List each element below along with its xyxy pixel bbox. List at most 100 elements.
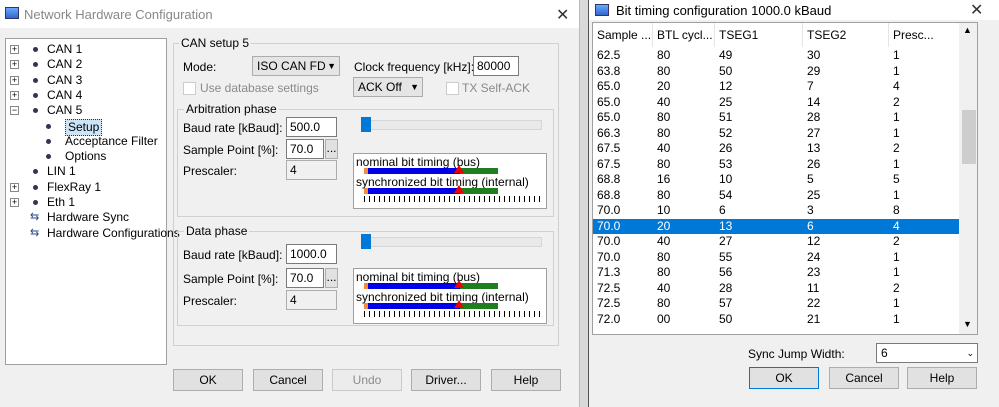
tseg2-bar bbox=[460, 283, 498, 289]
bt-help-button[interactable]: Help bbox=[907, 367, 977, 389]
table-row[interactable]: 63.8 80 50 29 1 bbox=[593, 64, 961, 79]
tree-item[interactable]: + FlexRay 1 bbox=[6, 180, 164, 195]
close-icon[interactable]: ✕ bbox=[556, 5, 569, 25]
table-row[interactable]: 62.5 80 49 30 1 bbox=[593, 48, 961, 63]
arb-sample-field[interactable]: 70.0 bbox=[286, 139, 324, 159]
bit-timing-table[interactable]: Sample ... BTL cycl... TSEG1 TSEG2 Presc... 6… bbox=[592, 22, 978, 335]
table-cell: 80 bbox=[657, 125, 671, 140]
tree-item-label: Hardware Sync bbox=[47, 210, 130, 225]
bt-cancel-button[interactable]: Cancel bbox=[829, 367, 899, 389]
use-db-checkbox[interactable] bbox=[183, 82, 196, 95]
table-row[interactable]: 67.5 40 26 13 2 bbox=[593, 141, 961, 156]
sjw-select[interactable]: 6 ⌄ bbox=[876, 343, 978, 363]
collapse-icon[interactable]: − bbox=[10, 106, 19, 116]
table-cell: 7 bbox=[807, 79, 814, 93]
table-cell: 1 bbox=[893, 63, 900, 78]
table-cell: 27 bbox=[807, 125, 821, 140]
bullet-icon bbox=[33, 184, 38, 190]
table-cell: 14 bbox=[807, 94, 821, 109]
tree-item-label: CAN 2 bbox=[47, 57, 83, 72]
tq-ruler bbox=[364, 196, 542, 202]
bt-ok-button[interactable]: OK bbox=[749, 367, 819, 389]
table-row[interactable]: 71.3 80 56 23 1 bbox=[593, 265, 961, 280]
table-row[interactable]: 70.0 80 55 24 1 bbox=[593, 250, 961, 265]
table-cell: 72.0 bbox=[597, 311, 621, 326]
table-row[interactable]: 70.0 10 6 3 8 bbox=[593, 203, 961, 218]
table-row[interactable]: 70.0 40 27 12 2 bbox=[593, 234, 961, 249]
column-header[interactable]: TSEG1 bbox=[715, 23, 803, 47]
table-row[interactable]: 68.8 16 10 5 5 bbox=[593, 172, 961, 187]
tree-item[interactable]: ⇆ Hardware Sync bbox=[6, 210, 164, 225]
expand-icon[interactable]: + bbox=[10, 60, 19, 70]
expand-icon[interactable]: + bbox=[10, 182, 19, 192]
arb-prescaler-field: 4 bbox=[286, 160, 337, 180]
table-row[interactable]: 65.0 40 25 14 2 bbox=[593, 95, 961, 110]
tree-item[interactable]: + CAN 3 bbox=[6, 73, 164, 88]
mode-value: ISO CAN FD bbox=[257, 59, 326, 73]
cancel-button[interactable]: Cancel bbox=[253, 369, 323, 391]
data-sample-field[interactable]: 70.0 bbox=[286, 268, 324, 288]
data-slider-thumb[interactable] bbox=[361, 234, 371, 249]
table-row[interactable]: 68.8 80 54 25 1 bbox=[593, 188, 961, 203]
expand-icon[interactable]: + bbox=[10, 90, 19, 100]
arb-baud-slider[interactable] bbox=[361, 120, 542, 130]
tree-item[interactable]: − CAN 5 bbox=[6, 103, 164, 118]
table-cell: 13 bbox=[719, 218, 733, 233]
chevron-down-icon: ⌄ bbox=[966, 348, 974, 358]
arb-sample-more-button[interactable]: ... bbox=[325, 139, 338, 159]
arb-baud-field[interactable]: 500.0 bbox=[286, 117, 337, 137]
table-cell: 62.5 bbox=[597, 48, 621, 62]
sample-point-marker bbox=[454, 280, 464, 288]
scroll-down-icon[interactable]: ▼ bbox=[963, 319, 972, 329]
column-header[interactable]: BTL cycl... bbox=[653, 23, 715, 47]
expand-icon[interactable]: + bbox=[10, 198, 19, 207]
data-baud-field[interactable]: 1000.0 bbox=[286, 244, 337, 264]
tree-item[interactable]: Setup bbox=[6, 118, 164, 136]
bullet-icon bbox=[46, 154, 51, 160]
data-sample-more-button[interactable]: ... bbox=[325, 268, 338, 288]
column-header[interactable]: Presc... bbox=[889, 23, 961, 47]
tree-item[interactable]: ⇆ Hardware Configurations bbox=[6, 226, 180, 241]
driver-button[interactable]: Driver... bbox=[411, 369, 481, 391]
column-header[interactable]: TSEG2 bbox=[803, 23, 889, 47]
tree-item[interactable]: + CAN 2 bbox=[6, 57, 164, 72]
close-icon[interactable]: ✕ bbox=[970, 0, 983, 20]
table-row[interactable]: 72.0 00 50 21 1 bbox=[593, 312, 961, 327]
data-baud-slider[interactable] bbox=[361, 237, 542, 247]
tx-self-ack-checkbox[interactable] bbox=[446, 82, 459, 95]
expand-icon[interactable]: + bbox=[10, 45, 19, 54]
ack-select[interactable]: ACK Off ▼ bbox=[353, 77, 423, 97]
scroll-up-icon[interactable]: ▲ bbox=[963, 25, 972, 35]
tree-item[interactable]: + Eth 1 bbox=[6, 195, 164, 210]
expand-icon[interactable]: + bbox=[10, 75, 19, 85]
table-scrollbar[interactable]: ▲ ▼ bbox=[959, 23, 977, 334]
ok-button[interactable]: OK bbox=[173, 369, 243, 391]
table-row[interactable]: 72.5 40 28 11 2 bbox=[593, 281, 961, 296]
tree-item[interactable]: LIN 1 bbox=[6, 164, 164, 179]
tree-item[interactable]: Options bbox=[6, 149, 164, 164]
table-row[interactable]: 65.0 20 12 7 4 bbox=[593, 79, 961, 94]
bullet-icon bbox=[33, 62, 38, 68]
tree-item[interactable]: + CAN 4 bbox=[6, 88, 164, 103]
table-row[interactable]: 72.5 80 57 22 1 bbox=[593, 296, 961, 311]
table-cell: 40 bbox=[657, 94, 671, 109]
scrollbar-thumb[interactable] bbox=[962, 110, 976, 164]
tree-item[interactable]: Acceptance Filter bbox=[6, 134, 164, 149]
device-tree[interactable]: + CAN 1 + CAN 2 + CAN 3 + CAN 4 − CAN 5 Setup Accep… bbox=[5, 38, 180, 365]
table-cell: 50 bbox=[719, 63, 733, 78]
table-cell: 4 bbox=[893, 79, 900, 93]
arbitration-title: Arbitration phase bbox=[184, 102, 279, 116]
tree-item[interactable]: + CAN 1 bbox=[6, 42, 164, 57]
table-cell: 80 bbox=[657, 187, 671, 202]
table-row[interactable]: 65.0 80 51 28 1 bbox=[593, 110, 961, 125]
clock-field[interactable]: 80000 bbox=[473, 56, 519, 76]
mode-select[interactable]: ISO CAN FD ▼ bbox=[252, 56, 340, 76]
arb-slider-thumb[interactable] bbox=[361, 117, 371, 132]
table-row[interactable]: 70.0 20 13 6 4 bbox=[593, 218, 961, 234]
table-cell: 3 bbox=[807, 203, 814, 217]
undo-button[interactable]: Undo bbox=[332, 369, 402, 391]
table-row[interactable]: 66.3 80 52 27 1 bbox=[593, 126, 961, 141]
table-row[interactable]: 67.5 80 53 26 1 bbox=[593, 157, 961, 172]
column-header[interactable]: Sample ... bbox=[593, 23, 653, 47]
help-button[interactable]: Help bbox=[491, 369, 561, 391]
